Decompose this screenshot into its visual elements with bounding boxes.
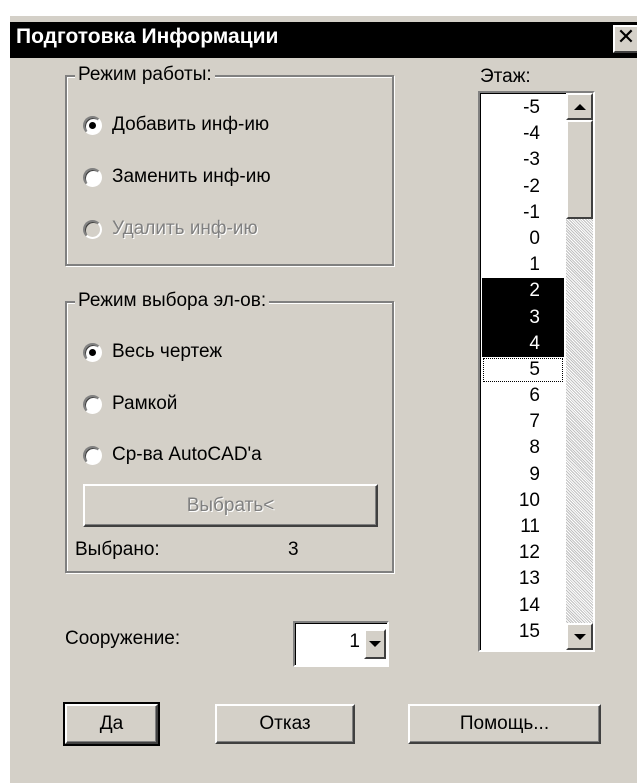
radio-replace-info-label: Заменить инф-ию	[112, 166, 271, 187]
radio-whole-drawing[interactable]: Весь чертеж	[83, 339, 222, 365]
radio-add-info-label: Добавить инф-ию	[112, 114, 270, 135]
selection-mode-group: Режим выбора эл-ов: Весь чертеж Рамкой С…	[65, 290, 394, 573]
floor-item[interactable]: 2	[482, 278, 564, 305]
radio-delete-info-indicator	[83, 219, 102, 239]
ok-button[interactable]: Да	[63, 702, 160, 746]
radio-add-info[interactable]: Добавить инф-ию	[83, 112, 269, 138]
floor-item[interactable]: 14	[482, 593, 564, 619]
chevron-down-icon	[369, 641, 381, 647]
help-button[interactable]: Помощь...	[408, 704, 601, 744]
selected-count: 3	[288, 539, 299, 560]
select-button-label: Выбрать<	[186, 494, 275, 516]
cancel-button[interactable]: Отказ	[215, 704, 355, 744]
floor-item[interactable]: 3	[482, 304, 564, 331]
selected-label: Выбрано:	[75, 539, 160, 560]
radio-frame-indicator[interactable]	[83, 394, 102, 414]
floor-item[interactable]: -1	[482, 200, 564, 226]
floor-item[interactable]: 6	[482, 383, 564, 409]
floor-item[interactable]: -5	[482, 95, 564, 121]
select-button[interactable]: Выбрать<	[83, 484, 378, 527]
floor-item[interactable]: 5	[482, 357, 564, 383]
radio-replace-info-indicator[interactable]	[83, 167, 102, 187]
selection-mode-label: Режим выбора эл-ов:	[75, 290, 270, 312]
floor-item[interactable]: -3	[482, 147, 564, 173]
radio-delete-info: Удалить инф-ию	[83, 216, 258, 242]
triangle-up-icon	[573, 103, 586, 110]
scroll-up-button[interactable]	[566, 93, 593, 120]
floor-list-items: -5 -4 -3 -2 -1 0 1 2 3 4 5 6 7 8 9 10 11 12 13 14 15	[482, 95, 564, 645]
work-mode-group: Режим работы: Добавить инф-ию Заменить и…	[65, 64, 394, 266]
structure-combo[interactable]: 1	[293, 621, 389, 667]
ok-button-label: Да	[99, 713, 124, 734]
window-title: Подготовка Информации	[16, 25, 279, 48]
floor-item[interactable]: -2	[482, 174, 564, 200]
radio-replace-info[interactable]: Заменить инф-ию	[83, 164, 271, 190]
floor-item[interactable]: 10	[482, 488, 564, 514]
work-mode-label: Режим работы:	[75, 64, 215, 86]
radio-add-info-indicator[interactable]	[83, 115, 102, 135]
radio-autocad-tools-indicator[interactable]	[83, 445, 102, 465]
close-icon: ✕	[616, 25, 636, 50]
radio-whole-drawing-label: Весь чертеж	[112, 341, 223, 362]
structure-dropdown-button[interactable]	[364, 629, 386, 659]
scroll-down-button[interactable]	[566, 623, 593, 650]
title-bar: Подготовка Информации ✕	[10, 22, 637, 58]
radio-whole-drawing-indicator[interactable]	[83, 342, 102, 362]
floor-listbox[interactable]: -5 -4 -3 -2 -1 0 1 2 3 4 5 6 7 8 9 10 11 12 13 14 15	[478, 91, 595, 652]
floor-item[interactable]: 1	[482, 252, 564, 278]
radio-autocad-tools[interactable]: Ср-ва AutoCAD'а	[83, 442, 262, 468]
floor-item[interactable]: 15	[482, 619, 564, 645]
floor-item[interactable]: 7	[482, 409, 564, 435]
radio-autocad-tools-label: Ср-ва AutoCAD'а	[112, 444, 262, 465]
structure-value: 1	[349, 631, 360, 652]
dialog-window: Подготовка Информации ✕ Режим работы: До…	[8, 14, 637, 783]
floor-item[interactable]: 11	[482, 514, 564, 540]
floor-item[interactable]: 0	[482, 226, 564, 252]
floor-scrollbar[interactable]	[566, 93, 593, 650]
help-button-label: Помощь...	[459, 713, 550, 734]
floor-item[interactable]: 13	[482, 566, 564, 592]
triangle-down-icon	[573, 633, 586, 640]
floor-item[interactable]: 4	[482, 330, 564, 357]
cancel-button-label: Отказ	[259, 713, 311, 734]
radio-frame-label: Рамкой	[112, 393, 178, 414]
scroll-thumb[interactable]	[566, 120, 593, 219]
structure-label: Сооружение:	[65, 628, 181, 649]
close-button[interactable]: ✕	[613, 25, 637, 53]
floor-item[interactable]: 8	[482, 435, 564, 461]
radio-delete-info-label: Удалить инф-ию	[112, 218, 258, 239]
floor-item[interactable]: 9	[482, 462, 564, 488]
radio-frame[interactable]: Рамкой	[83, 391, 177, 417]
floor-item[interactable]: -4	[482, 121, 564, 147]
floor-item[interactable]: 12	[482, 540, 564, 566]
floor-label: Этаж:	[480, 66, 531, 87]
